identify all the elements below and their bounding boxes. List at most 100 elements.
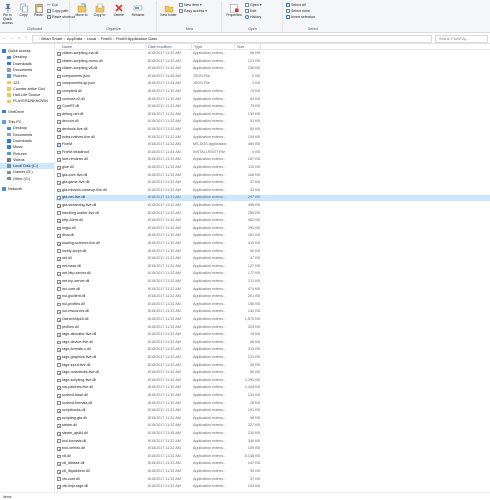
breadcrumb-separator-icon[interactable]: › (64, 36, 65, 41)
breadcrumb-separator-icon[interactable]: › (84, 36, 85, 41)
new-item-button[interactable]: New item ▾ (179, 3, 202, 8)
table-row[interactable]: v8.dll 8/15/2017 11:32 AM Application exte… (56, 454, 490, 459)
table-row[interactable]: net-http-server.dll 8/15/2017 11:32 AM App… (56, 271, 490, 276)
table-row[interactable]: rage-input-five.dll 8/15/2017 11:32 AM App… (56, 363, 490, 368)
nav-item[interactable]: PLAYERUNKNOWN (0, 98, 54, 104)
table-row[interactable]: scrbind-base.dll 8/15/2017 11:32 AM Applic… (56, 393, 490, 398)
nav-item[interactable]: Documents (0, 132, 54, 138)
breadcrumb-item[interactable]: Brian Smart (41, 36, 62, 41)
table-row[interactable]: rage-allocator-five.dll 8/15/2017 11:32 A… (56, 332, 490, 337)
edit-button[interactable]: Edit (245, 9, 256, 14)
nav-item[interactable]: Pictures (0, 151, 54, 157)
nav-item[interactable]: Videos (0, 157, 54, 163)
table-row[interactable]: imgui.dll 8/15/2017 11:32 AM Application e… (56, 226, 490, 231)
nav-item[interactable]: Counter-strike Glol (0, 86, 54, 92)
paste-button[interactable]: Paste (31, 2, 46, 26)
table-row[interactable]: components-sp.json 8/15/2017 11:45 AM JSON… (56, 81, 490, 86)
nav-item[interactable]: Network (0, 186, 54, 192)
new-folder-button[interactable]: New folder (160, 2, 177, 26)
select-none-button[interactable]: Select none (286, 9, 310, 14)
table-row[interactable]: libuv.dll 8/15/2017 11:32 AM Application e… (56, 233, 490, 238)
nav-item[interactable]: Other (G:) (0, 176, 54, 182)
table-row[interactable]: glue.dll 8/15/2017 11:32 AM Application ex… (56, 165, 490, 170)
history-button[interactable]: History (245, 15, 261, 20)
table-row[interactable]: rage-formats-x.dll 8/15/2017 11:32 AM Appl… (56, 347, 490, 352)
table-row[interactable]: scripting-gta.dll 8/15/2017 11:32 AM Appli… (56, 416, 490, 421)
breadcrumb-separator-icon[interactable]: › (98, 36, 99, 41)
table-row[interactable]: v8_libbase.dll 8/15/2017 11:32 AM Applicat… (56, 461, 490, 466)
table-row[interactable]: handling-loader-five.dll 8/15/2017 11:32 … (56, 211, 490, 216)
pin-to-quick-access-button[interactable]: Pin to Quick access (0, 2, 15, 26)
table-row[interactable]: vfs-core.dll 8/15/2017 11:32 AM Applicatio… (56, 477, 490, 482)
table-row[interactable]: scripthooks.dll 8/15/2017 11:32 AM Applica… (56, 408, 490, 413)
table-row[interactable]: tool-formats.dll 8/15/2017 11:32 AM Applic… (56, 439, 490, 444)
table-row[interactable]: tool-vehrec.dll 8/15/2017 11:32 AM Applica… (56, 446, 490, 451)
breadcrumb-item[interactable]: AppData (67, 36, 83, 41)
table-row[interactable]: ros-patches-five.dll 8/15/2017 11:32 AM Ap… (56, 385, 490, 390)
table-row[interactable]: lovely-script.dll 8/15/2017 11:32 AM Appli… (56, 249, 490, 254)
nav-item[interactable]: OneDrive (0, 109, 54, 115)
table-row[interactable]: devtools-five.dll 8/15/2017 11:32 AM Appli… (56, 127, 490, 132)
cut-button[interactable]: ✂ Cut (47, 3, 58, 8)
properties-button[interactable]: Properties (225, 2, 243, 26)
table-row[interactable]: FiveM.installroot 8/15/2017 11:44 AM INSTA… (56, 150, 490, 155)
copy-path-button[interactable]: Copy path (47, 9, 68, 14)
table-row[interactable]: net.dll 8/15/2017 11:32 AM Application ext… (56, 256, 490, 261)
table-row[interactable]: vfs-impl-rage.dll 8/15/2017 11:32 AM Appli… (56, 484, 490, 489)
nav-item[interactable]: Documents (0, 67, 54, 73)
table-row[interactable]: gta-streaming-five.dll 8/15/2017 11:32 AM… (56, 203, 490, 208)
table-row[interactable]: CoreRT.dll 8/15/2017 11:32 AM Application … (56, 104, 490, 109)
table-row[interactable]: Ownership18.dll 8/15/2017 11:32 AM Applica… (56, 317, 490, 322)
table-row[interactable]: nui-core.dll 8/15/2017 11:32 AM Applicatio… (56, 287, 490, 292)
delete-button[interactable]: Delete (111, 2, 127, 26)
recent-locations-button[interactable]: ▾ (16, 35, 22, 42)
invert-selection-button[interactable]: Invert selection (286, 15, 315, 20)
table-row[interactable]: steam.dll 8/15/2017 11:32 AM Application e… (56, 423, 490, 428)
table-row[interactable]: citizen-scripting-mono.dll 8/15/2017 11:3… (56, 59, 490, 64)
nav-item[interactable]: Downloads (0, 138, 54, 144)
column-header-size[interactable]: Size (235, 44, 261, 50)
table-row[interactable]: citizen-scripting-lua.dll 8/15/2017 11:32… (56, 51, 490, 56)
breadcrumb-item[interactable]: Local (87, 36, 97, 41)
column-header-name[interactable]: Name (60, 44, 146, 50)
table-row[interactable]: nui-profiles.dll 8/15/2017 11:32 AM Applic… (56, 302, 490, 307)
up-button[interactable]: ↑ (23, 35, 29, 42)
nav-item[interactable]: This PC (0, 119, 54, 125)
table-row[interactable]: devcon.dll 8/15/2017 11:32 AM Application … (56, 119, 490, 124)
nav-item[interactable]: Desktop (0, 125, 54, 131)
forward-button[interactable]: → (9, 35, 15, 42)
nav-item[interactable]: Quick access (0, 48, 54, 54)
nav-item[interactable]: Pictures (0, 73, 54, 79)
nav-item[interactable]: Music (0, 144, 54, 150)
column-header-date[interactable]: Date modified (146, 44, 192, 50)
table-row[interactable]: steam_api64.dll 8/15/2017 11:45 AM Applica… (56, 431, 490, 436)
table-row[interactable]: gta-game-five.dll 8/15/2017 11:32 AM Appli… (56, 180, 490, 185)
breadcrumb-separator-icon[interactable]: › (39, 36, 40, 41)
breadcrumb-separator-icon[interactable]: › (113, 36, 114, 41)
table-row[interactable]: extra-natives-five.dll 8/15/2017 11:32 AM… (56, 135, 490, 140)
table-row[interactable]: rage-scripting-five.dll 8/15/2017 11:32 A… (56, 378, 490, 383)
table-row[interactable]: net-base.dll 8/15/2017 11:32 AM Applicatio… (56, 264, 490, 269)
table-row[interactable]: FiveM 8/15/2017 11:32 AM MS-DOS Applicatio… (56, 142, 490, 147)
nav-item[interactable]: Games (D:) (0, 169, 54, 175)
nav-item[interactable]: Downloads (0, 61, 54, 67)
table-row[interactable]: citizen-scripting-v8.dll 8/15/2017 11:32 … (56, 66, 490, 71)
table-row[interactable]: http-client.dll 8/15/2017 11:32 AM Applica… (56, 218, 490, 223)
table-row[interactable]: font-renderer.dll 8/15/2017 11:32 AM Appli… (56, 157, 490, 162)
table-row[interactable]: rage-device-five.dll 8/15/2017 11:32 AM Ap… (56, 340, 490, 345)
copy-to-button[interactable]: Copy to (91, 2, 108, 26)
table-row[interactable]: rage-nutsnbolts-five.dll 8/15/2017 11:32 … (56, 370, 490, 375)
nav-item[interactable]: Half-Life Source (0, 92, 54, 98)
table-row[interactable]: gta-core-five.dll 8/15/2017 11:32 AM Appli… (56, 173, 490, 178)
search-input[interactable]: Search FiveM Ap... (435, 34, 488, 43)
table-row[interactable]: comptest.dll 8/15/2017 11:32 AM Applicatio… (56, 89, 490, 94)
table-row[interactable]: debug-net.dll 8/15/2017 11:32 AM Applicati… (56, 112, 490, 117)
table-row[interactable]: gta-mission-cleanup-five.dll 8/15/2017 11… (56, 188, 490, 193)
address-bar[interactable]: › Brian Smart › AppData › Local › FiveM › FiveM A… (32, 34, 432, 43)
table-row[interactable]: loading-screens-five.dll 8/15/2017 11:32 … (56, 241, 490, 246)
table-row[interactable]: v8_libplatform.dll 8/15/2017 11:32 AM Appl… (56, 469, 490, 474)
nav-item[interactable]: 123 (0, 80, 54, 86)
table-row[interactable]: profiles.dll 8/15/2017 11:32 AM Applicatio… (56, 325, 490, 330)
table-row[interactable]: components.json 8/15/2017 11:45 AM JSON Fi… (56, 74, 490, 79)
back-button[interactable]: ← (2, 35, 8, 42)
